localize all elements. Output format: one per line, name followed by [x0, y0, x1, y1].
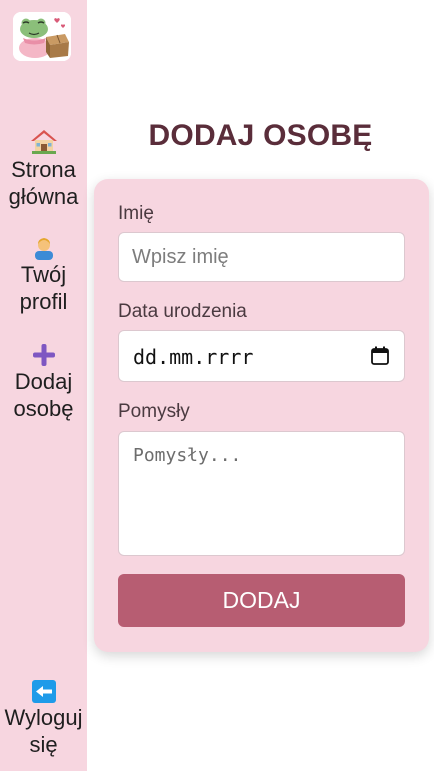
- app-logo[interactable]: [13, 12, 71, 61]
- left-arrow-icon: [31, 680, 56, 703]
- name-placeholder: Wpisz imię: [132, 246, 229, 268]
- sidebar-item-home[interactable]: Strona główna: [0, 129, 87, 210]
- name-input[interactable]: Wpisz imię: [118, 232, 405, 282]
- add-person-form: Imię Wpisz imię Data urodzenia dd.mm.rrr…: [94, 179, 429, 652]
- sidebar-item-add-person-label: Dodaj osobę: [13, 369, 74, 421]
- name-label: Imię: [118, 203, 154, 224]
- sidebar-item-add-person[interactable]: Dodaj osobę: [0, 343, 87, 422]
- submit-button[interactable]: DODAJ: [118, 574, 405, 627]
- logout-label: Wyloguj się: [4, 705, 83, 757]
- logout-button[interactable]: Wyloguj się: [0, 680, 87, 758]
- plus-icon: [32, 344, 55, 366]
- ideas-label: Pomysły: [118, 401, 190, 422]
- person-icon: [34, 238, 53, 260]
- frog-with-box-logo: [13, 12, 71, 61]
- page-title: DODAJ OSOBĘ: [148, 119, 373, 152]
- ideas-textarea[interactable]: Pomysły...: [118, 431, 405, 556]
- house-icon: [30, 130, 57, 154]
- sidebar-item-profile-label: Twój profil: [19, 262, 68, 314]
- sidebar-item-profile[interactable]: Twój profil: [0, 236, 87, 315]
- birthdate-label: Data urodzenia: [118, 301, 247, 322]
- birthdate-input[interactable]: dd.mm.rrrr: [118, 330, 405, 382]
- sidebar-item-home-label: Strona główna: [8, 157, 79, 209]
- sidebar: Strona główna Twój profil Dodaj osobę Wy…: [0, 0, 87, 771]
- birthdate-placeholder: dd.mm.rrrr: [133, 345, 254, 369]
- calendar-icon[interactable]: [371, 346, 389, 365]
- ideas-placeholder: Pomysły...: [133, 445, 242, 466]
- app-root: Strona główna Twój profil Dodaj osobę Wy…: [0, 0, 434, 771]
